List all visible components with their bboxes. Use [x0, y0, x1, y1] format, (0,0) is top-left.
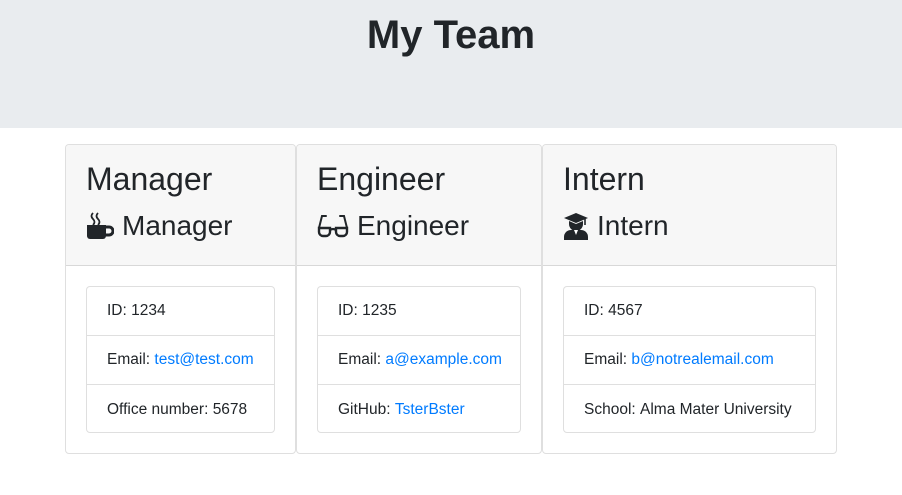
github-label: GitHub: [338, 400, 391, 418]
id-value: 1234 [131, 302, 166, 319]
email-link[interactable]: a@example.com [385, 351, 502, 369]
id-item: ID: 1234 [87, 287, 274, 336]
role-label: Manager [122, 210, 233, 241]
email-link[interactable]: b@notrealemail.com [631, 351, 773, 369]
email-label: Email: [584, 351, 628, 368]
id-value: 4567 [608, 302, 643, 319]
employee-name: Manager [86, 161, 213, 197]
employee-role: Engineer [317, 209, 469, 243]
school-item: School: Alma Mater University [564, 385, 815, 432]
employee-role: Manager [86, 209, 233, 243]
card-header: Intern Intern [543, 145, 836, 266]
email-item: Email: b@notrealemail.com [564, 336, 815, 385]
manager-card: Manager Manager ID: 1234 Email: test@tes… [65, 144, 296, 454]
office-number-value: 5678 [212, 400, 248, 418]
employee-name: Intern [563, 161, 645, 197]
engineer-card: Engineer Engineer ID: 1235 Email: a@exam… [296, 144, 542, 454]
card-header: Manager Manager [66, 145, 295, 266]
graduate-icon [563, 212, 589, 240]
office-number-label: Office number: [107, 400, 209, 418]
school-label: School: [584, 400, 636, 418]
office-number-item: Office number: 5678 [87, 385, 274, 432]
email-label: Email: [338, 351, 382, 368]
role-label: Engineer [357, 210, 470, 241]
github-item: GitHub: TsterBster [318, 385, 520, 432]
id-label: ID: [338, 302, 358, 319]
id-item: ID: 1235 [318, 287, 520, 336]
employee-name: Engineer [317, 161, 446, 197]
id-item: ID: 4567 [564, 287, 815, 336]
email-label: Email: [107, 351, 151, 368]
school-value: Alma Mater University [640, 400, 792, 418]
id-label: ID: [107, 302, 127, 319]
info-list: ID: 4567 Email: b@notrealemail.com Schoo… [563, 286, 816, 433]
email-item: Email: a@example.com [318, 336, 520, 385]
id-label: ID: [584, 302, 604, 319]
role-label: Intern [597, 210, 669, 241]
id-value: 1235 [362, 302, 397, 319]
mug-icon [86, 212, 115, 240]
github-link[interactable]: TsterBster [395, 401, 465, 419]
jumbotron-header: My Team [0, 0, 902, 128]
info-list: ID: 1234 Email: test@test.com Office num… [86, 286, 275, 433]
email-item: Email: test@test.com [87, 336, 274, 385]
email-link[interactable]: test@test.com [154, 351, 253, 369]
glasses-icon [317, 212, 349, 240]
info-list: ID: 1235 Email: a@example.com GitHub: Ts… [317, 286, 521, 433]
intern-card: Intern Intern ID: 4567 Email: b@notreale… [542, 144, 837, 454]
page-title: My Team [366, 13, 536, 57]
card-header: Engineer Engineer [297, 145, 541, 266]
employee-role: Intern [563, 209, 669, 243]
